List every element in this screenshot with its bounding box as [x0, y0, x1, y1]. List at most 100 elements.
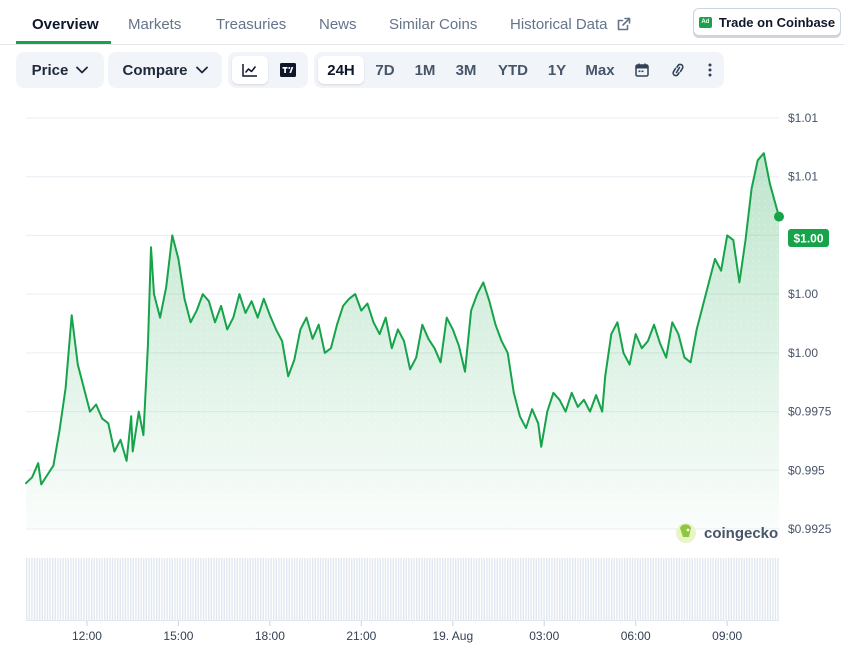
volume-bar	[262, 558, 264, 620]
volume-bar	[293, 558, 296, 620]
last-price-label: $1.00	[793, 232, 823, 246]
volume-bars	[26, 558, 779, 621]
volume-bar	[356, 558, 358, 620]
volume-bar	[299, 558, 301, 620]
volume-bar	[291, 558, 293, 620]
volume-bar	[202, 558, 205, 620]
volume-bar	[325, 558, 327, 620]
volume-bar	[603, 558, 605, 620]
last-price-dot	[774, 211, 784, 222]
volume-bar	[774, 558, 777, 620]
volume-bar	[195, 558, 197, 620]
volume-bar	[267, 558, 270, 620]
volume-bar	[608, 558, 610, 620]
volume-bar	[738, 558, 740, 620]
volume-bar	[345, 558, 348, 620]
tab-historical-data[interactable]: Historical Data	[510, 16, 631, 33]
volume-bar	[109, 558, 111, 620]
volume-bar	[265, 558, 267, 620]
volume-bar	[754, 558, 756, 620]
more-options-button[interactable]	[700, 60, 720, 80]
volume-bar	[361, 558, 363, 620]
price-chart: $1.01 $1.01 $1.00 $1.00 $1.00 $0.9975 $0.995 $0…	[25, 111, 832, 643]
compare-dropdown[interactable]: Compare	[108, 52, 222, 88]
volume-bar	[730, 558, 732, 620]
volume-bar	[546, 558, 548, 620]
volume-bar	[481, 558, 483, 620]
volume-bar	[275, 558, 277, 620]
volume-bar	[595, 558, 597, 620]
price-dropdown[interactable]: Price	[16, 52, 104, 88]
y-axis-labels: $1.01 $1.01 $1.00 $1.00 $1.00 $0.9975 $0.995 $0…	[788, 111, 832, 536]
volume-bar	[637, 558, 639, 620]
volume-bar	[85, 558, 88, 620]
volume-bar	[189, 558, 192, 620]
volume-bar	[452, 558, 454, 620]
volume-bar	[96, 558, 98, 620]
volume-bar	[592, 558, 595, 620]
y-tick-label: $1.00	[788, 346, 818, 360]
volume-bar	[507, 558, 509, 620]
volume-bar	[720, 558, 722, 620]
tradingview-button[interactable]	[272, 56, 304, 84]
volume-bar	[54, 558, 56, 620]
volume-bar	[327, 558, 329, 620]
range-max[interactable]: Max	[580, 56, 620, 84]
volume-bar	[31, 558, 33, 620]
volume-bar	[494, 558, 496, 620]
range-1m[interactable]: 1M	[408, 56, 442, 84]
volume-bar	[254, 558, 257, 620]
volume-bar	[598, 558, 600, 620]
volume-bar	[343, 558, 345, 620]
volume-bar	[527, 558, 530, 620]
x-tick-label: 19. Aug	[432, 629, 473, 643]
coingecko-watermark: coingecko	[676, 523, 778, 543]
chevron-down-icon	[195, 66, 208, 74]
volume-bar	[655, 558, 657, 620]
volume-bar	[312, 558, 314, 620]
volume-bar	[746, 558, 748, 620]
volume-bar	[234, 558, 236, 620]
range-24h[interactable]: 24H	[318, 56, 364, 84]
range-3m[interactable]: 3M	[448, 56, 484, 84]
volume-bar	[374, 558, 376, 620]
volume-bar	[470, 558, 472, 620]
volume-bar	[587, 558, 589, 620]
volume-bar	[390, 558, 392, 620]
volume-bar	[743, 558, 745, 620]
range-7d[interactable]: 7D	[368, 56, 402, 84]
volume-bar	[548, 558, 550, 620]
volume-bar	[569, 558, 571, 620]
volume-bar	[642, 558, 644, 620]
volume-bar	[585, 558, 587, 620]
calendar-button[interactable]	[632, 60, 652, 80]
volume-bar	[709, 558, 712, 620]
range-ytd[interactable]: YTD	[492, 56, 534, 84]
tab-similar-coins[interactable]: Similar Coins	[389, 16, 477, 33]
volume-bar	[475, 558, 478, 620]
volume-bar	[179, 558, 181, 620]
active-tab-indicator	[16, 41, 111, 44]
tab-markets[interactable]: Markets	[128, 16, 181, 33]
volume-bar	[512, 558, 514, 620]
line-chart-button[interactable]	[232, 56, 268, 84]
volume-bar	[317, 558, 319, 620]
volume-bar	[413, 558, 415, 620]
tab-overview[interactable]: Overview	[32, 16, 99, 33]
volume-bar	[348, 558, 350, 620]
more-icon	[708, 63, 712, 77]
volume-bar	[163, 558, 166, 620]
range-1y[interactable]: 1Y	[542, 56, 572, 84]
volume-bar	[426, 558, 428, 620]
volume-bar	[166, 558, 168, 620]
top-nav: Overview Markets Treasuries News Similar…	[0, 0, 844, 45]
volume-bar	[748, 558, 751, 620]
link-button[interactable]	[668, 60, 688, 80]
tab-news[interactable]: News	[319, 16, 357, 33]
volume-bar	[421, 558, 423, 620]
trade-on-coinbase-button[interactable]: Ad Trade on Coinbase	[693, 8, 841, 36]
tab-treasuries[interactable]: Treasuries	[216, 16, 286, 33]
volume-bar	[673, 558, 675, 620]
volume-bar	[161, 558, 163, 620]
volume-bar	[525, 558, 527, 620]
